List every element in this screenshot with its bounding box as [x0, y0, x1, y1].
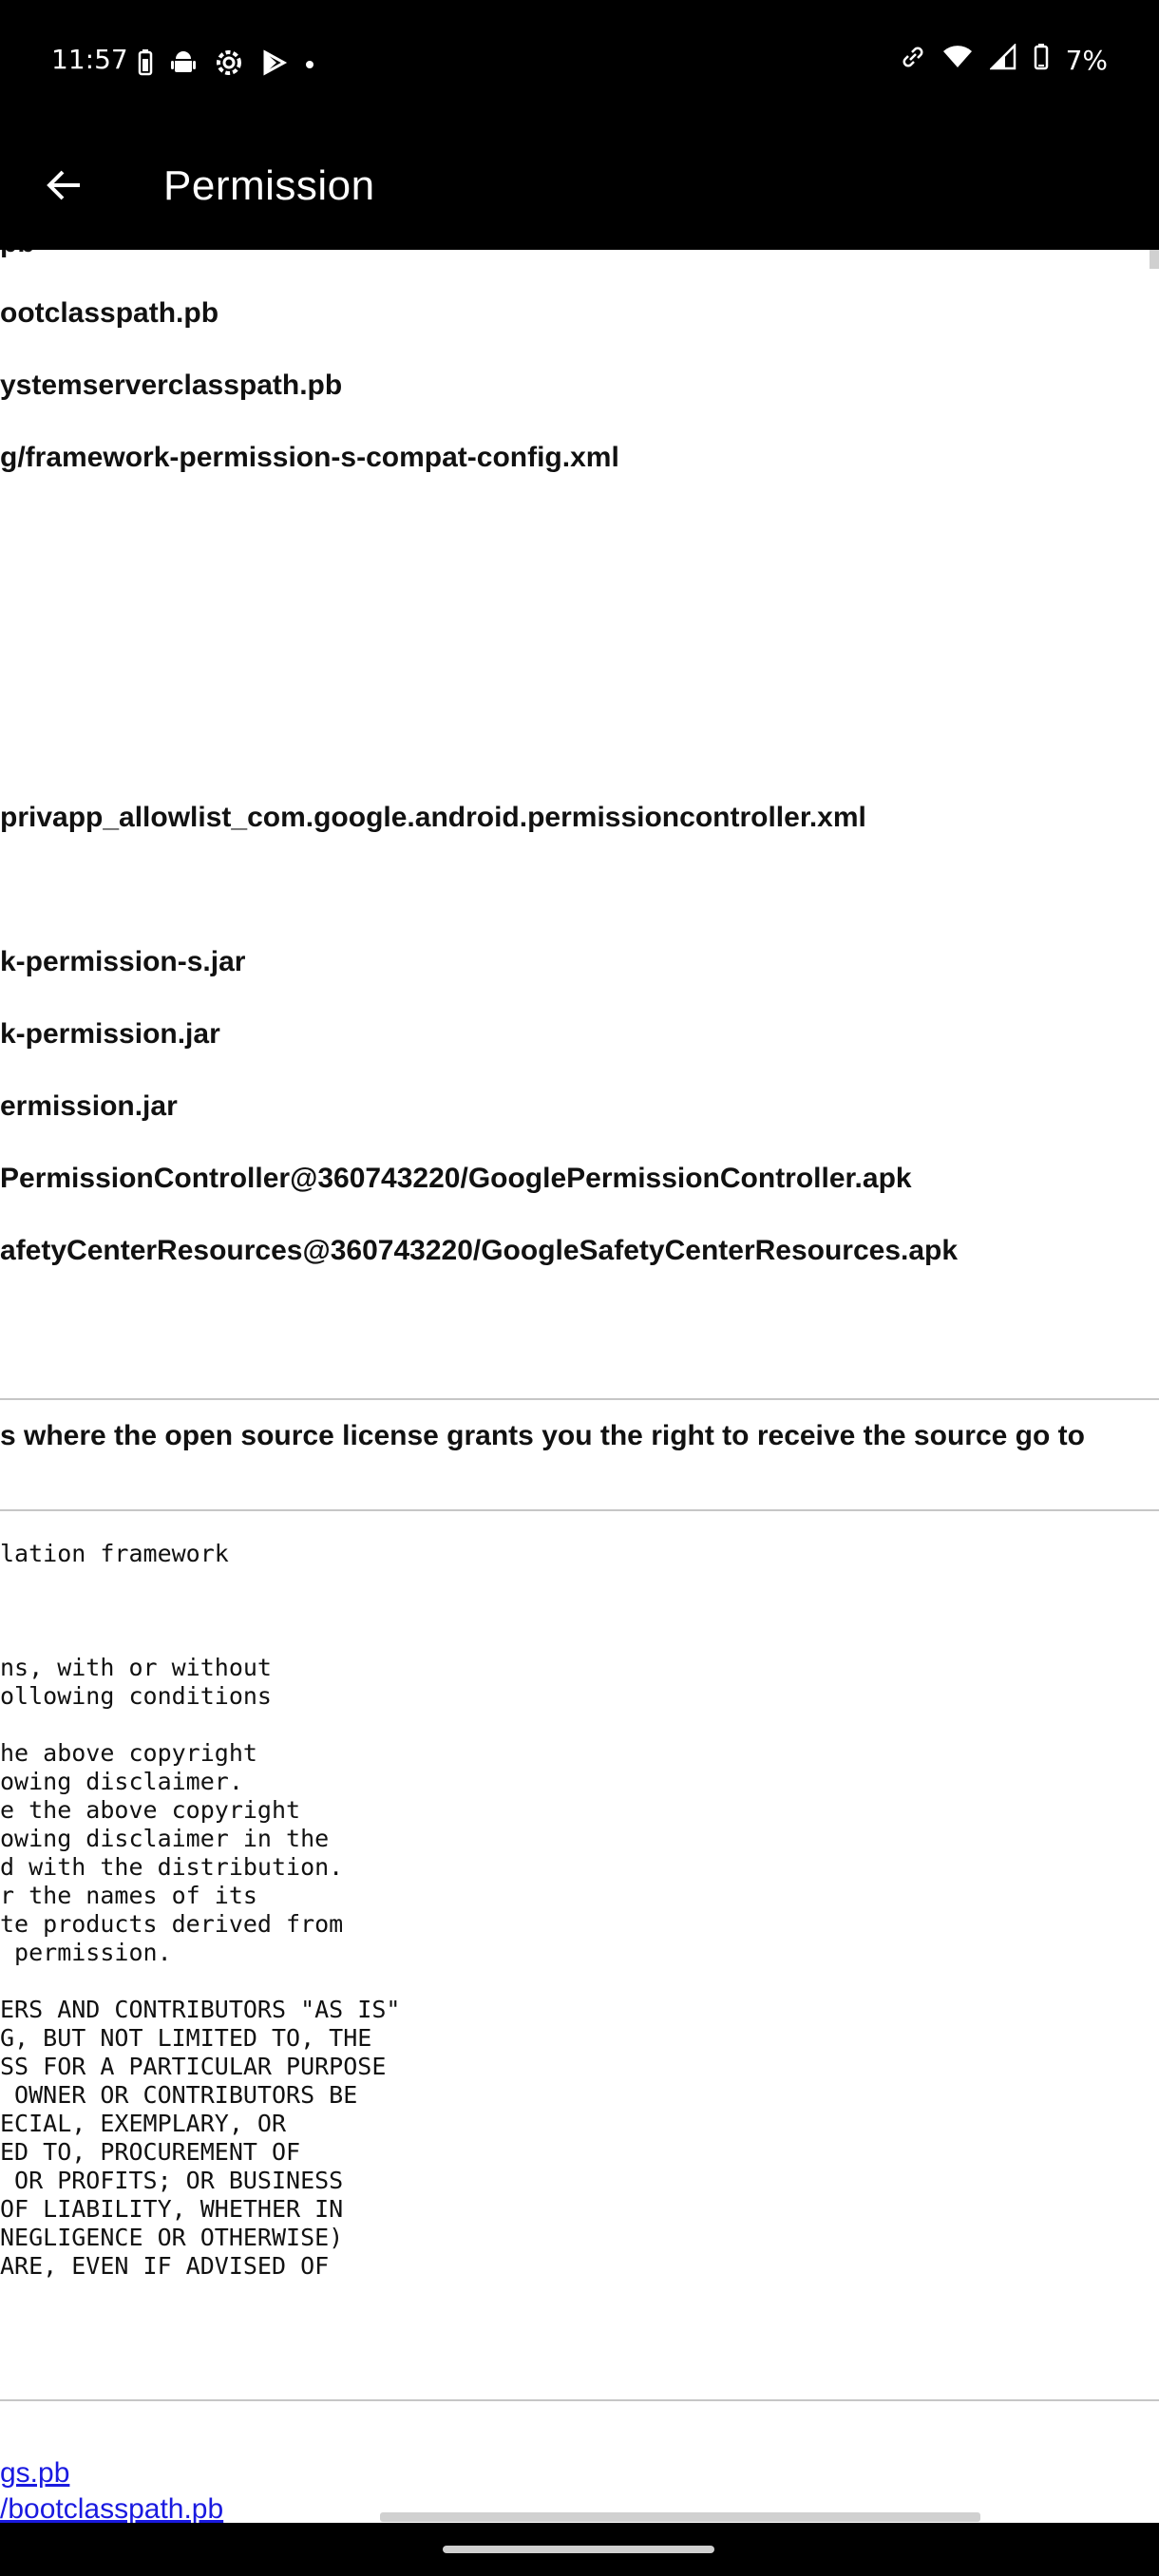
- back-button[interactable]: [34, 157, 95, 218]
- file-line: ermission.jar: [0, 1090, 178, 1122]
- signal-icon: [988, 42, 1016, 77]
- file-line: k-permission.jar: [0, 1018, 220, 1050]
- file-line: privapp_allowlist_com.google.android.per…: [0, 802, 866, 833]
- status-left-icons: [138, 47, 314, 83]
- gesture-handle[interactable]: [443, 2546, 714, 2553]
- app-bar: Permission: [0, 128, 1159, 250]
- file-line: ootclasspath.pb: [0, 297, 219, 329]
- android-icon: [170, 49, 197, 81]
- arrow-back-icon: [44, 164, 86, 211]
- file-line: pb: [0, 250, 35, 259]
- status-right-icons: 7%: [901, 42, 1108, 77]
- source-notice: s where the open source license grants y…: [0, 1420, 1085, 1451]
- file-line: afetyCenterResources@360743220/GoogleSaf…: [0, 1235, 959, 1266]
- settings-gear-icon: [214, 47, 244, 83]
- link-icon: [901, 45, 925, 76]
- file-line: g/framework-permission-s-compat-config.x…: [0, 442, 619, 473]
- license-title: lation framework: [0, 1540, 229, 1567]
- file-line: ystemserverclasspath.pb: [0, 369, 343, 401]
- page-title: Permission: [163, 162, 375, 209]
- file-line: PermissionController@360743220/GooglePer…: [0, 1163, 912, 1194]
- dot-icon: [305, 57, 314, 74]
- divider: [0, 1398, 1159, 1400]
- license-text: ERS AND CONTRIBUTORS "AS IS" G, BUT NOT …: [0, 1996, 401, 2280]
- file-link[interactable]: gs.pb: [0, 2457, 69, 2490]
- license-text: ns, with or without ollowing conditions: [0, 1654, 272, 1710]
- wifi-icon: [942, 45, 973, 76]
- file-link[interactable]: /bootclasspath.pb: [0, 2493, 223, 2523]
- status-bar: 11:57 7%: [0, 0, 1159, 128]
- battery-icon: [1034, 44, 1049, 77]
- battery-saver-icon: [138, 49, 153, 81]
- battery-percent: 7%: [1065, 45, 1108, 76]
- file-line: k-permission-s.jar: [0, 946, 246, 977]
- license-text: he above copyright owing disclaimer. e t…: [0, 1739, 344, 1966]
- divider: [0, 2399, 1159, 2401]
- divider: [0, 1509, 1159, 1511]
- navigation-bar: [0, 2523, 1159, 2576]
- vertical-scrollbar[interactable]: [1150, 250, 1159, 269]
- play-store-icon: [261, 49, 288, 81]
- license-content[interactable]: pb ootclasspath.pb ystemserverclasspath.…: [0, 250, 1159, 2523]
- horizontal-scrollbar[interactable]: [380, 2512, 980, 2522]
- status-time: 11:57: [51, 44, 128, 75]
